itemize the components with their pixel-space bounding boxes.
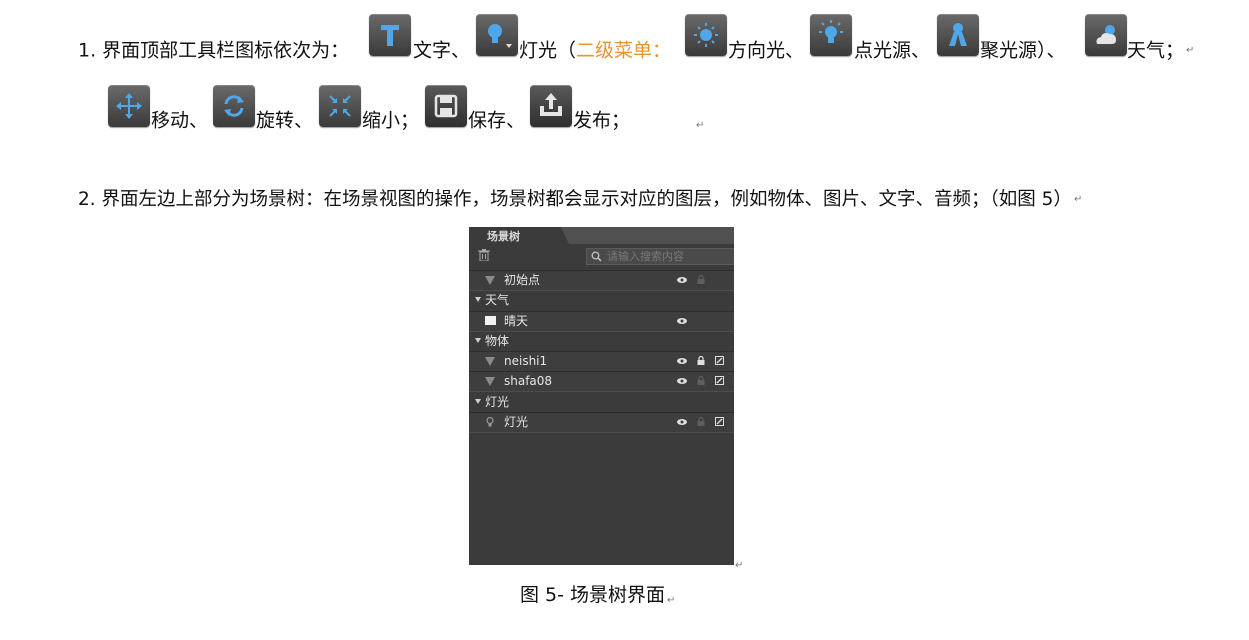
tree-item-label: neishi1 bbox=[504, 354, 548, 368]
tab-scene-tree-label: 场景树 bbox=[487, 230, 520, 243]
tree-item-start-point[interactable]: 初始点 bbox=[469, 270, 734, 291]
square-icon bbox=[485, 316, 496, 325]
point-light-button[interactable] bbox=[810, 14, 852, 56]
save-button[interactable] bbox=[425, 85, 467, 127]
directional-light-label: 方向光、 bbox=[728, 39, 805, 62]
weather-label: 天气； bbox=[1127, 39, 1185, 62]
move-label: 移动、 bbox=[151, 109, 209, 132]
bulb-icon bbox=[486, 417, 494, 427]
chevron-down-icon bbox=[475, 338, 481, 343]
return-mark-4: ↵ bbox=[735, 559, 744, 571]
tree-item-label: 晴天 bbox=[504, 314, 529, 328]
edit-icon[interactable] bbox=[715, 376, 724, 385]
shrink-icon bbox=[329, 95, 351, 117]
light-tool-label: 灯光（ bbox=[519, 39, 577, 62]
trash-icon[interactable] bbox=[478, 249, 490, 261]
publish-button[interactable] bbox=[530, 85, 572, 127]
sun-icon bbox=[694, 23, 718, 47]
return-mark-5: ↵ bbox=[667, 595, 676, 606]
save-label: 保存、 bbox=[468, 109, 526, 132]
para2: 2. 界面左边上部分为场景树：在场景视图的操作，场景树都会显示对应的图层，例如物… bbox=[78, 188, 1082, 212]
tree-item-label: 初始点 bbox=[504, 273, 541, 287]
lock-icon[interactable] bbox=[697, 376, 705, 385]
save-icon bbox=[434, 94, 458, 118]
eye-icon[interactable] bbox=[677, 358, 687, 364]
scale-label: 缩小； bbox=[362, 109, 420, 132]
tree-item-neishi1[interactable]: neishi1 bbox=[469, 351, 734, 372]
point-light-icon bbox=[819, 20, 843, 43]
tab-bar: 场景树 bbox=[469, 227, 734, 244]
rotate-tool-button[interactable] bbox=[213, 85, 255, 127]
tree-group-label: 天气 bbox=[485, 293, 510, 307]
return-mark: ↵ bbox=[1186, 44, 1195, 56]
tree-item-shafa08[interactable]: shafa08 bbox=[469, 371, 734, 392]
return-mark-3: ↵ bbox=[1073, 194, 1083, 205]
search-icon bbox=[591, 251, 602, 262]
light-tool-button[interactable] bbox=[476, 14, 518, 56]
text-icon bbox=[381, 25, 399, 46]
para1-intro: 1. 界面顶部工具栏图标依次为： bbox=[78, 39, 350, 62]
cloud-sun-icon bbox=[1096, 25, 1116, 44]
search-input[interactable]: 请输入搜索内容 bbox=[586, 248, 734, 265]
return-mark-2: ↵ bbox=[696, 119, 705, 131]
text-tool-button[interactable] bbox=[369, 14, 411, 56]
tree-item-sunny[interactable]: 晴天 bbox=[469, 311, 734, 332]
eye-icon[interactable] bbox=[677, 318, 687, 324]
bulb-icon bbox=[488, 24, 512, 48]
tree-item-label: 灯光 bbox=[504, 415, 529, 429]
spotlight-icon bbox=[949, 23, 967, 46]
scale-tool-button[interactable] bbox=[319, 85, 361, 127]
lock-icon[interactable] bbox=[697, 356, 705, 365]
tree-group-label: 灯光 bbox=[485, 395, 510, 409]
search-placeholder: 请输入搜索内容 bbox=[607, 250, 684, 263]
eye-icon[interactable] bbox=[677, 419, 687, 425]
para1-line1: 1. 界面顶部工具栏图标依次为： bbox=[78, 38, 349, 63]
rotate-label: 旋转、 bbox=[256, 109, 314, 132]
chevron-down-icon bbox=[475, 297, 481, 302]
tree-item-light[interactable]: 灯光 bbox=[469, 412, 734, 433]
chevron-down-icon bbox=[475, 399, 481, 404]
caption-text: 图 5- 场景树界面 bbox=[520, 584, 666, 606]
triangle-icon bbox=[485, 357, 495, 366]
edit-icon[interactable] bbox=[715, 417, 724, 426]
spot-light-label: 聚光源）、 bbox=[980, 39, 1066, 62]
move-icon bbox=[116, 93, 142, 119]
publish-label: 发布； bbox=[573, 109, 631, 132]
weather-button[interactable] bbox=[1085, 14, 1127, 56]
publish-icon bbox=[540, 93, 562, 116]
para2-text: 2. 界面左边上部分为场景树：在场景视图的操作，场景树都会显示对应的图层，例如物… bbox=[78, 189, 1072, 210]
tree-group-label: 物体 bbox=[485, 334, 510, 348]
figure-caption: 图 5- 场景树界面 ↵ bbox=[520, 580, 675, 607]
rotate-icon bbox=[224, 95, 244, 117]
tree-item-label: shafa08 bbox=[504, 374, 553, 388]
tree-group-lights[interactable]: 灯光 bbox=[469, 393, 734, 412]
submenu-label: 二级菜单： bbox=[576, 39, 672, 62]
directional-light-button[interactable] bbox=[685, 14, 727, 56]
spot-light-button[interactable] bbox=[937, 14, 979, 56]
eye-icon[interactable] bbox=[677, 378, 687, 384]
triangle-icon bbox=[485, 377, 495, 386]
point-light-label: 点光源、 bbox=[854, 39, 931, 62]
lock-icon[interactable] bbox=[697, 275, 705, 284]
move-tool-button[interactable] bbox=[108, 85, 150, 127]
eye-icon[interactable] bbox=[677, 277, 687, 283]
edit-icon[interactable] bbox=[715, 356, 724, 365]
scene-tree-panel: 场景树 请输入搜索内容 初始点 天气 晴天 物体 neishi1 shafa08… bbox=[469, 227, 734, 565]
tree-group-weather[interactable]: 天气 bbox=[469, 291, 734, 310]
lock-icon[interactable] bbox=[697, 417, 705, 426]
text-tool-label: 文字、 bbox=[413, 39, 471, 62]
triangle-icon bbox=[485, 276, 495, 285]
tree-group-objects[interactable]: 物体 bbox=[469, 332, 734, 351]
